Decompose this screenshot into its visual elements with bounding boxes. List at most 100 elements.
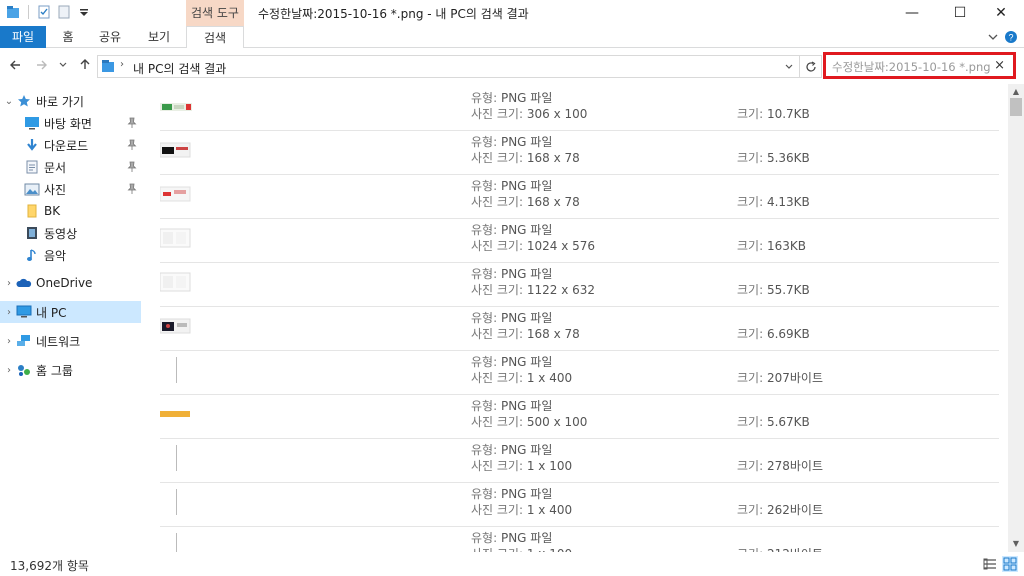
properties-icon[interactable]	[37, 5, 51, 19]
download-icon	[24, 137, 40, 153]
file-row[interactable]: 유형: PNG 파일 사진 크기: 168 x 78 크기: 6.69KB	[160, 307, 999, 351]
file-thumbnail[interactable]	[160, 269, 192, 295]
tab-file[interactable]: 파일	[0, 26, 46, 48]
details-view-icon[interactable]	[982, 556, 998, 572]
file-type: 유형: PNG 파일	[471, 485, 552, 502]
file-type-label: 유형:	[471, 179, 498, 193]
sidebar-item-onedrive[interactable]: › OneDrive	[0, 272, 141, 294]
file-type-value: PNG 파일	[500, 91, 553, 105]
ribbon-help-icon[interactable]: ?	[1004, 30, 1018, 44]
scroll-thumb[interactable]	[1010, 98, 1022, 116]
file-row[interactable]: 유형: PNG 파일 사진 크기: 1 x 400 크기: 262바이트	[160, 483, 999, 527]
sidebar-item-videos[interactable]: 동영상	[0, 222, 141, 244]
pin-icon[interactable]	[127, 183, 137, 195]
file-row[interactable]: 유형: PNG 파일사진 크기: 1 x 100 크기: 212바이트	[160, 527, 999, 552]
tab-home[interactable]: 홈	[55, 26, 81, 48]
file-thumbnail[interactable]	[160, 489, 192, 515]
sidebar-item-music[interactable]: 음악	[0, 244, 141, 266]
image-dimensions-label: 사진 크기:	[471, 283, 524, 297]
explorer-app-icon[interactable]	[6, 5, 20, 19]
search-input[interactable]: 수정한날짜:2015-10-16 *.png	[832, 59, 991, 75]
sidebar-item-documents[interactable]: 문서	[0, 156, 141, 178]
file-thumbnail[interactable]	[160, 137, 192, 163]
tab-view[interactable]: 보기	[144, 26, 174, 48]
large-icons-view-icon[interactable]	[1002, 556, 1018, 572]
pin-icon[interactable]	[127, 117, 137, 129]
file-type: 유형: PNG 파일	[471, 133, 552, 150]
sidebar-item-this-pc[interactable]: › 내 PC	[0, 301, 141, 323]
image-dimensions: 사진 크기: 500 x 100	[471, 413, 587, 430]
pictures-icon	[24, 181, 40, 197]
back-arrow-icon[interactable]	[8, 58, 22, 72]
file-row[interactable]: 유형: PNG 파일 사진 크기: 1122 x 632 크기: 55.7KB	[160, 263, 999, 307]
sidebar-item-desktop[interactable]: 바탕 화면	[0, 112, 141, 134]
customize-qat-icon[interactable]	[77, 5, 91, 19]
file-size-value: 207바이트	[766, 371, 823, 385]
sidebar-item-label: 다운로드	[44, 138, 89, 153]
file-thumbnail[interactable]	[160, 313, 192, 339]
search-box[interactable]: 수정한날짜:2015-10-16 *.png ×	[823, 52, 1016, 79]
file-thumbnail[interactable]	[160, 357, 192, 383]
sidebar-item-downloads[interactable]: 다운로드	[0, 134, 141, 156]
forward-arrow-icon[interactable]	[35, 58, 49, 72]
sidebar-item-bk[interactable]: BK	[0, 200, 141, 222]
file-thumbnail[interactable]	[160, 533, 192, 552]
expand-chevron-icon[interactable]: ⌄	[2, 96, 16, 107]
tab-share[interactable]: 공유	[95, 26, 125, 48]
desktop-icon	[24, 115, 40, 131]
breadcrumb-separator-icon[interactable]: ›	[120, 59, 124, 70]
address-bar[interactable]: › 내 PC의 검색 결과	[97, 55, 800, 78]
expand-chevron-icon[interactable]: ›	[2, 336, 16, 347]
file-row[interactable]: 유형: PNG 파일 사진 크기: 168 x 78 크기: 4.13KB	[160, 175, 999, 219]
title-bar: 검색 도구 수정한날짜:2015-10-16 *.png - 내 PC의 검색 …	[0, 0, 1024, 26]
sidebar-item-pictures[interactable]: 사진	[0, 178, 141, 200]
recent-locations-chevron-icon[interactable]	[59, 62, 67, 68]
new-folder-icon[interactable]	[57, 5, 71, 19]
file-thumbnail[interactable]	[160, 401, 192, 427]
up-arrow-icon[interactable]	[78, 57, 92, 71]
file-type-value: PNG 파일	[500, 355, 553, 369]
file-row[interactable]: 유형: PNG 파일 사진 크기: 1024 x 576 크기: 163KB	[160, 219, 999, 263]
file-size: 크기: 278바이트	[737, 457, 823, 474]
file-size-value: 55.7KB	[766, 283, 810, 297]
expand-ribbon-icon[interactable]	[988, 33, 998, 41]
file-row[interactable]: 유형: PNG 파일 사진 크기: 168 x 78 크기: 5.36KB	[160, 131, 999, 175]
image-dimensions-value: 168 x 78	[526, 327, 580, 341]
network-icon	[16, 333, 32, 349]
file-type-value: PNG 파일	[500, 311, 553, 325]
close-button[interactable]: ✕	[978, 0, 1024, 26]
sidebar-item-homegroup[interactable]: › 홈 그룹	[0, 359, 141, 381]
file-thumbnail[interactable]	[160, 181, 192, 207]
minimize-button[interactable]: —	[889, 0, 935, 26]
image-dimensions-label: 사진 크기:	[471, 151, 524, 165]
pin-icon[interactable]	[127, 161, 137, 173]
maximize-button[interactable]: ☐	[937, 0, 983, 26]
clear-search-button[interactable]: ×	[994, 58, 1005, 73]
file-size: 크기: 5.36KB	[737, 149, 810, 166]
expand-chevron-icon[interactable]: ›	[2, 307, 16, 318]
scroll-down-icon[interactable]: ▼	[1008, 536, 1024, 552]
expand-chevron-icon[interactable]: ›	[2, 278, 16, 289]
expand-chevron-icon[interactable]: ›	[2, 365, 16, 376]
refresh-button[interactable]	[800, 55, 822, 78]
file-row[interactable]: 유형: PNG 파일 사진 크기: 306 x 100 크기: 10.7KB	[160, 87, 999, 131]
breadcrumb[interactable]: 내 PC의 검색 결과	[133, 60, 226, 77]
file-thumbnail[interactable]	[160, 445, 192, 471]
vertical-scrollbar[interactable]: ▲ ▼	[1008, 84, 1024, 552]
file-row[interactable]: 유형: PNG 파일 사진 크기: 1 x 400 크기: 207바이트	[160, 351, 999, 395]
file-row[interactable]: 유형: PNG 파일 사진 크기: 500 x 100 크기: 5.67KB	[160, 395, 999, 439]
file-list: 유형: PNG 파일 사진 크기: 306 x 100 크기: 10.7KB 유형: …	[145, 86, 1008, 552]
file-row[interactable]: 유형: PNG 파일 사진 크기: 1 x 100 크기: 278바이트	[160, 439, 999, 483]
sidebar-item-label: 바로 가기	[36, 94, 84, 109]
tab-search[interactable]: 검색	[186, 26, 244, 49]
file-type-value: PNG 파일	[500, 223, 553, 237]
sidebar-item-quick-access[interactable]: ⌄ 바로 가기	[0, 90, 141, 112]
video-icon	[24, 225, 40, 241]
image-dimensions-label: 사진 크기:	[471, 503, 524, 517]
sidebar-item-network[interactable]: › 네트워크	[0, 330, 141, 352]
file-thumbnail[interactable]	[160, 225, 192, 251]
search-tools-group-label: 검색 도구	[186, 0, 244, 26]
file-thumbnail[interactable]	[160, 93, 192, 119]
pin-icon[interactable]	[127, 139, 137, 151]
address-dropdown-icon[interactable]	[785, 64, 793, 70]
